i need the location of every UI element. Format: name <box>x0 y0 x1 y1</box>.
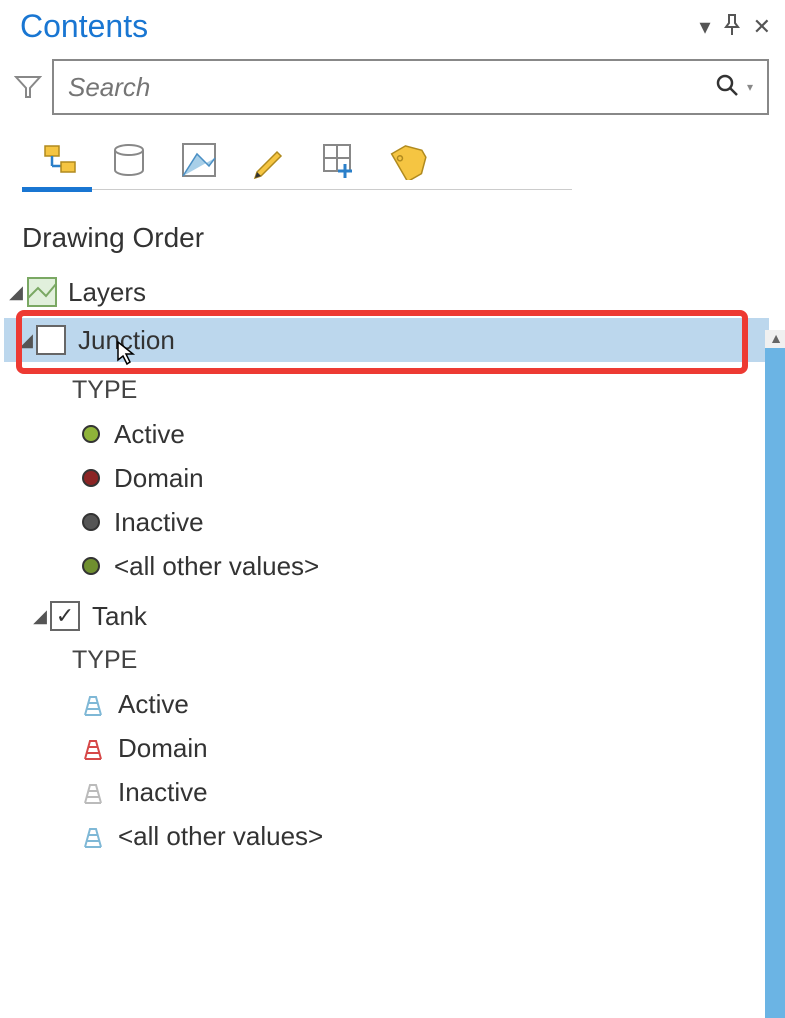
tree-root-layers[interactable]: ◢ Layers <box>0 270 785 314</box>
symbol-row[interactable]: Inactive <box>0 770 785 814</box>
pin-icon[interactable] <box>723 14 741 40</box>
list-by-snapping-icon[interactable] <box>318 139 360 181</box>
search-icon[interactable] <box>715 73 739 102</box>
panel-title: Contents <box>20 8 148 45</box>
dropdown-icon[interactable]: ▾ <box>700 16 711 38</box>
symbol-row[interactable]: Domain <box>0 726 785 770</box>
point-symbol-icon <box>82 557 100 575</box>
list-by-labeling-icon[interactable] <box>388 139 430 181</box>
list-by-drawing-order-icon[interactable] <box>38 139 80 181</box>
search-box[interactable]: ▾ <box>52 59 769 115</box>
scroll-up-icon[interactable]: ▲ <box>769 330 783 346</box>
view-toolbar <box>0 121 785 181</box>
symbol-label: Active <box>114 419 185 450</box>
layer-tank[interactable]: ◢ Tank <box>0 594 785 638</box>
type-label: TYPE <box>72 646 137 675</box>
symbology-heading: TYPE <box>0 368 785 412</box>
layer-junction[interactable]: ◢ Junction <box>4 318 769 362</box>
filter-icon[interactable] <box>14 73 42 101</box>
symbol-label: <all other values> <box>114 551 319 582</box>
symbol-row[interactable]: Active <box>0 682 785 726</box>
tank-symbol-icon <box>82 691 104 717</box>
list-by-source-icon[interactable] <box>108 139 150 181</box>
type-label: TYPE <box>72 376 137 405</box>
panel-controls: ▾ ✕ <box>700 14 771 40</box>
layer-label: Tank <box>92 601 147 632</box>
symbol-row[interactable]: <all other values> <box>0 814 785 858</box>
section-heading: Drawing Order <box>0 190 785 270</box>
vertical-scrollbar[interactable]: ▲ <box>765 330 785 1018</box>
list-by-selection-icon[interactable] <box>178 139 220 181</box>
symbol-row[interactable]: Inactive <box>0 500 785 544</box>
tank-symbol-icon <box>82 735 104 761</box>
point-symbol-icon <box>82 513 100 531</box>
symbol-row[interactable]: Domain <box>0 456 785 500</box>
layer-visibility-checkbox[interactable] <box>50 601 80 631</box>
symbol-label: Domain <box>118 733 208 764</box>
close-icon[interactable]: ✕ <box>753 16 771 38</box>
symbol-label: <all other values> <box>118 821 323 852</box>
symbol-label: Inactive <box>114 507 204 538</box>
point-symbol-icon <box>82 425 100 443</box>
symbol-label: Inactive <box>118 777 208 808</box>
expand-arrow-icon[interactable]: ◢ <box>16 330 36 351</box>
symbol-row[interactable]: <all other values> <box>0 544 785 588</box>
list-by-editing-icon[interactable] <box>248 139 290 181</box>
search-dropdown-icon[interactable]: ▾ <box>747 80 753 94</box>
symbology-heading: TYPE <box>0 638 785 682</box>
symbol-label: Domain <box>114 463 204 494</box>
point-symbol-icon <box>82 469 100 487</box>
map-frame-icon <box>26 276 58 308</box>
expand-arrow-icon[interactable]: ◢ <box>6 282 26 303</box>
search-row: ▾ <box>0 49 785 121</box>
scrollbar-thumb[interactable] <box>765 348 785 1018</box>
tank-symbol-icon <box>82 779 104 805</box>
layer-tree: ◢ Layers ◢ Junction TYPE Active Domain I… <box>0 270 785 858</box>
symbol-label: Active <box>118 689 189 720</box>
layer-label: Junction <box>78 325 175 356</box>
tree-root-label: Layers <box>68 277 146 308</box>
panel-header: Contents ▾ ✕ <box>0 0 785 49</box>
search-input[interactable] <box>68 72 715 103</box>
tank-symbol-icon <box>82 823 104 849</box>
symbol-row[interactable]: Active <box>0 412 785 456</box>
layer-visibility-checkbox[interactable] <box>36 325 66 355</box>
expand-arrow-icon[interactable]: ◢ <box>30 606 50 627</box>
